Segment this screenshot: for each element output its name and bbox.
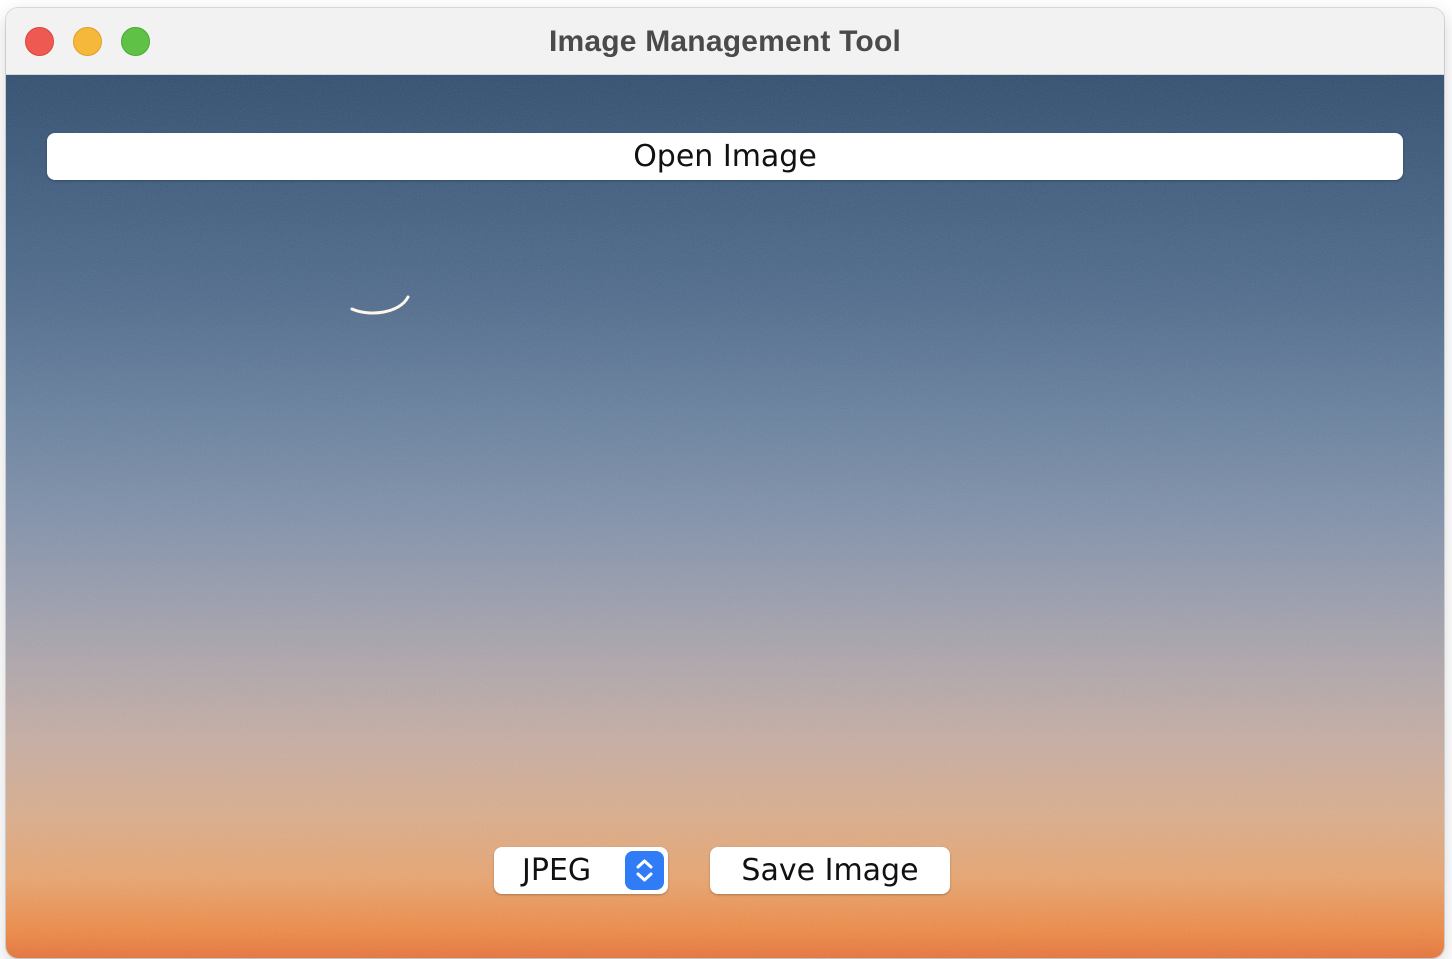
format-select-value: JPEG bbox=[522, 853, 592, 888]
grain-texture bbox=[6, 75, 1444, 958]
image-preview: Open Image JPEG Save Image bbox=[6, 75, 1444, 958]
chevron-up-down-icon[interactable] bbox=[625, 851, 664, 890]
save-image-button[interactable]: Save Image bbox=[710, 847, 950, 894]
app-window: Image Management Tool Open Image JPEG Sa… bbox=[6, 8, 1444, 958]
crescent-moon-icon bbox=[350, 295, 410, 315]
title-bar: Image Management Tool bbox=[6, 8, 1444, 75]
format-select[interactable]: JPEG bbox=[494, 847, 668, 894]
window-title: Image Management Tool bbox=[548, 25, 902, 58]
open-image-button[interactable]: Open Image bbox=[47, 133, 1403, 180]
